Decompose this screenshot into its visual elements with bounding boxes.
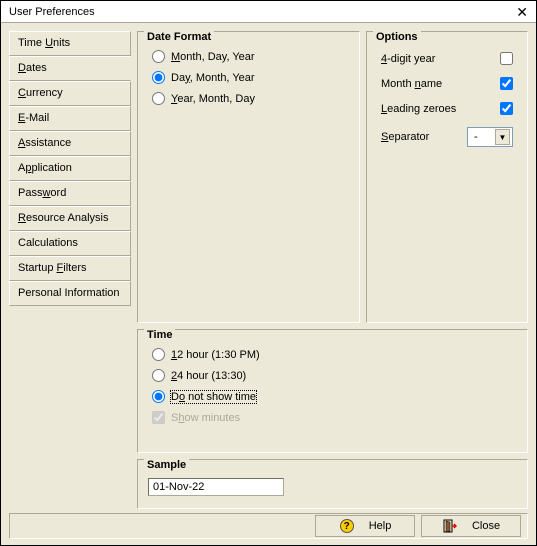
window-title: User Preferences bbox=[9, 6, 95, 18]
option-checkbox[interactable] bbox=[500, 102, 513, 115]
exit-icon bbox=[442, 518, 458, 534]
dateformat-option[interactable]: Month, Day, Year bbox=[148, 46, 349, 67]
dateformat-label: Month, Day, Year bbox=[171, 51, 255, 63]
option-checkbox[interactable] bbox=[500, 77, 513, 90]
close-label: Close bbox=[472, 520, 500, 532]
dateformat-group: Date Format Month, Day, Year Day, Month, … bbox=[137, 31, 360, 323]
sample-title: Sample bbox=[144, 459, 189, 471]
sidebar-item[interactable]: Calculations bbox=[9, 231, 131, 256]
option-label: Leading zeroes bbox=[381, 103, 494, 115]
separator-value: - bbox=[474, 131, 478, 143]
content: Time UnitsDatesCurrencyE-MailAssistanceA… bbox=[9, 31, 528, 509]
sidebar-item[interactable]: Currency bbox=[9, 81, 131, 106]
dateformat-label: Day, Month, Year bbox=[171, 72, 255, 84]
dateformat-radio[interactable] bbox=[152, 92, 165, 105]
sidebar-item[interactable]: Application bbox=[9, 156, 131, 181]
option-label: 4-digit year bbox=[381, 53, 494, 65]
dateformat-option[interactable]: Year, Month, Day bbox=[148, 88, 349, 109]
sidebar-item[interactable]: Assistance bbox=[9, 131, 131, 156]
sidebar: Time UnitsDatesCurrencyE-MailAssistanceA… bbox=[9, 31, 131, 509]
dateformat-option[interactable]: Day, Month, Year bbox=[148, 67, 349, 88]
close-icon[interactable]: ✕ bbox=[512, 5, 532, 19]
option-check-row: Leading zeroes bbox=[377, 96, 517, 121]
show-minutes-row: Show minutes bbox=[148, 407, 517, 428]
help-button[interactable]: ? Help bbox=[315, 515, 415, 537]
show-minutes-label: Show minutes bbox=[171, 412, 240, 424]
chevron-down-icon: ▼ bbox=[495, 129, 510, 145]
dateformat-options: Month, Day, Year Day, Month, Year Year, Mo… bbox=[148, 46, 349, 109]
dateformat-radio[interactable] bbox=[152, 50, 165, 63]
dateformat-radio[interactable] bbox=[152, 71, 165, 84]
sidebar-item[interactable]: E-Mail bbox=[9, 106, 131, 131]
sidebar-item[interactable]: Password bbox=[9, 181, 131, 206]
sidebar-item[interactable]: Time Units bbox=[9, 31, 131, 56]
separator-select[interactable]: - ▼ bbox=[467, 127, 513, 147]
sidebar-item[interactable]: Resource Analysis bbox=[9, 206, 131, 231]
sidebar-item[interactable]: Dates bbox=[9, 56, 131, 81]
time-label: 24 hour (13:30) bbox=[171, 370, 246, 382]
separator-row: Separator - ▼ bbox=[377, 121, 517, 151]
option-checkbox[interactable] bbox=[500, 52, 513, 65]
time-option[interactable]: 24 hour (13:30) bbox=[148, 365, 517, 386]
options-group: Options 4-digit year Month name Leading ze… bbox=[366, 31, 528, 323]
time-radio[interactable] bbox=[152, 390, 165, 403]
option-check-row: Month name bbox=[377, 71, 517, 96]
top-row: Date Format Month, Day, Year Day, Month, … bbox=[137, 31, 528, 323]
help-icon: ? bbox=[339, 518, 355, 534]
button-bar: ? Help Close bbox=[9, 513, 528, 539]
time-radio[interactable] bbox=[152, 348, 165, 361]
titlebar: User Preferences ✕ bbox=[1, 1, 536, 23]
window-body: Time UnitsDatesCurrencyE-MailAssistanceA… bbox=[1, 23, 536, 545]
help-label: Help bbox=[369, 520, 392, 532]
sample-output bbox=[148, 478, 284, 496]
time-radio[interactable] bbox=[152, 369, 165, 382]
close-button[interactable]: Close bbox=[421, 515, 521, 537]
time-label: 12 hour (1:30 PM) bbox=[171, 349, 260, 361]
option-label: Month name bbox=[381, 78, 494, 90]
option-check-row: 4-digit year bbox=[377, 46, 517, 71]
dateformat-title: Date Format bbox=[144, 31, 214, 43]
sample-group: Sample bbox=[137, 459, 528, 509]
main-panel: Date Format Month, Day, Year Day, Month, … bbox=[137, 31, 528, 509]
time-option[interactable]: 12 hour (1:30 PM) bbox=[148, 344, 517, 365]
show-minutes-checkbox bbox=[152, 411, 165, 424]
time-options: 12 hour (1:30 PM) 24 hour (13:30) Do not s… bbox=[148, 344, 517, 407]
separator-label: Separator bbox=[381, 131, 429, 143]
options-title: Options bbox=[373, 31, 421, 43]
sidebar-item[interactable]: Startup Filters bbox=[9, 256, 131, 281]
options-checks: 4-digit year Month name Leading zeroes bbox=[377, 46, 517, 121]
time-group: Time 12 hour (1:30 PM) 24 hour (13:30) Do … bbox=[137, 329, 528, 453]
sidebar-item[interactable]: Personal Information bbox=[9, 281, 131, 306]
preferences-window: User Preferences ✕ Time UnitsDatesCurren… bbox=[0, 0, 537, 546]
time-label: Do not show time bbox=[171, 391, 256, 403]
time-title: Time bbox=[144, 329, 175, 341]
time-option[interactable]: Do not show time bbox=[148, 386, 517, 407]
dateformat-label: Year, Month, Day bbox=[171, 93, 255, 105]
